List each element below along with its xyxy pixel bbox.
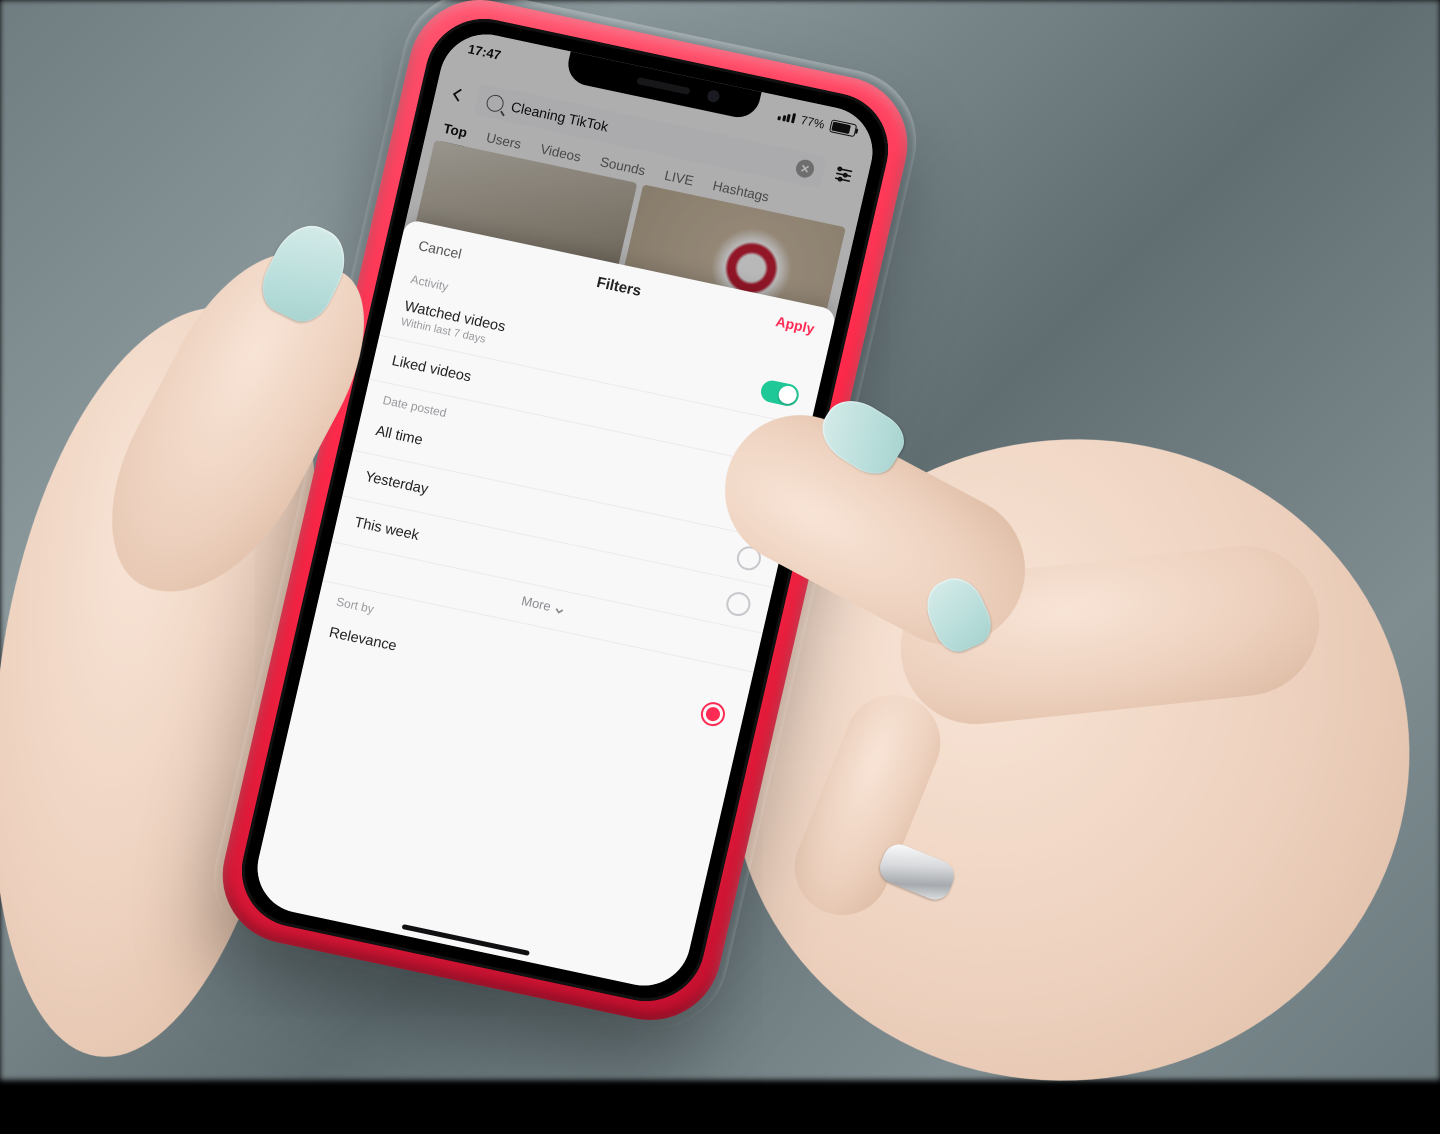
radio-relevance[interactable]	[699, 700, 728, 728]
row-label: Liked videos	[390, 353, 472, 385]
more-label: More	[520, 593, 552, 614]
row-label: All time	[374, 423, 424, 448]
filters-title: Filters	[595, 274, 643, 300]
row-label: Yesterday	[363, 469, 429, 498]
radio-this-week[interactable]	[724, 590, 753, 618]
apply-button[interactable]: Apply	[774, 313, 816, 337]
row-label: Relevance	[327, 625, 398, 655]
cancel-button[interactable]: Cancel	[417, 237, 463, 262]
row-label: This week	[353, 515, 420, 544]
chevron-down-icon	[554, 603, 566, 615]
toggle-watched[interactable]	[759, 379, 801, 408]
